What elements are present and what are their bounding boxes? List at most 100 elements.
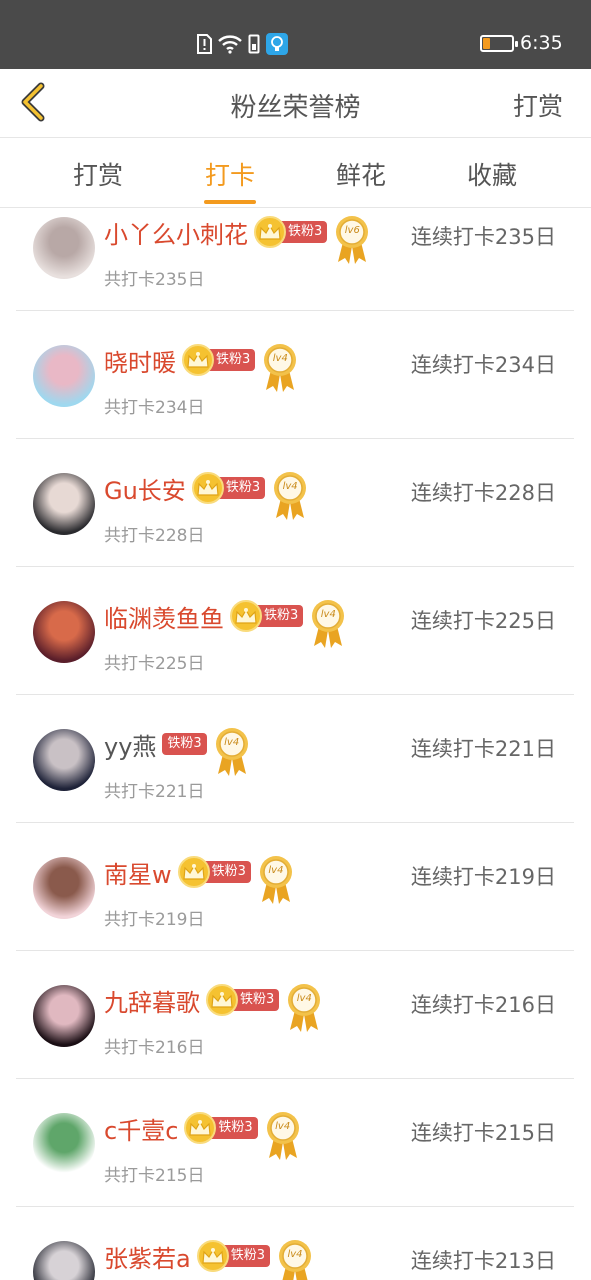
- level-medal-icon: lv4: [213, 726, 251, 776]
- level-medal-icon: lv4: [271, 470, 309, 520]
- avatar[interactable]: [33, 729, 95, 791]
- fan-badge: 铁粉3: [254, 216, 328, 248]
- checkin-streak: 连续打卡228日: [410, 481, 556, 505]
- avatar[interactable]: [33, 857, 95, 919]
- level-label: lv4: [282, 481, 298, 492]
- avatar[interactable]: [33, 601, 95, 663]
- name-line: 临渊羡鱼鱼 铁粉3 lv4: [104, 599, 347, 648]
- avatar[interactable]: [33, 985, 95, 1047]
- name-line: c千壹c 铁粉3 lv4: [104, 1111, 302, 1160]
- level-label: lv4: [296, 993, 312, 1004]
- level-medal-icon: lv4: [309, 598, 347, 648]
- total-checkins: 共打卡225日: [104, 654, 205, 674]
- user-name[interactable]: 晓时暖: [104, 343, 176, 378]
- page-title: 粉丝荣誉榜: [230, 93, 361, 123]
- total-checkins: 共打卡216日: [104, 1038, 205, 1058]
- checkin-streak: 连续打卡213日: [410, 1249, 556, 1273]
- wifi-icon: [218, 34, 242, 58]
- level-medal-icon: lv6: [333, 214, 371, 264]
- tab-reward[interactable]: 打赏: [53, 156, 143, 192]
- level-label: lv6: [344, 225, 360, 236]
- user-name[interactable]: yy燕: [104, 727, 156, 762]
- avatar[interactable]: [33, 217, 95, 279]
- crown-icon: [191, 472, 224, 504]
- avatar[interactable]: [33, 473, 95, 535]
- tab-favorites[interactable]: 收藏: [447, 156, 537, 192]
- tab-flowers[interactable]: 鲜花: [316, 156, 406, 192]
- total-checkins: 共打卡228日: [104, 526, 205, 546]
- ranking-list: 小丫么小刺花 铁粉3 lv6 共打卡235日 连续打卡235日 晓时暖 铁粉3 lv4 共打卡2…: [0, 208, 591, 1280]
- checkin-streak: 连续打卡216日: [410, 993, 556, 1017]
- name-line: yy燕 铁粉3 lv4: [104, 727, 251, 776]
- total-checkins: 共打卡221日: [104, 782, 205, 802]
- checkin-streak: 连续打卡234日: [410, 353, 556, 377]
- battery-icon: [480, 35, 518, 52]
- fan-badge: 铁粉3: [196, 1240, 270, 1272]
- back-button[interactable]: [14, 82, 50, 126]
- fan-badge: 铁粉3: [184, 1112, 258, 1144]
- crown-icon: [230, 600, 262, 632]
- list-item[interactable]: c千壹c 铁粉3 lv4 共打卡215日 连续打卡215日: [16, 1079, 574, 1207]
- avatar[interactable]: [33, 345, 95, 407]
- level-label: lv4: [272, 353, 288, 364]
- list-item[interactable]: 九辞暮歌 铁粉3 lv4 共打卡216日 连续打卡216日: [16, 951, 574, 1079]
- user-name[interactable]: c千壹c: [104, 1111, 178, 1146]
- total-checkins: 共打卡235日: [104, 270, 205, 290]
- name-line: 九辞暮歌 铁粉3 lv4: [104, 983, 323, 1032]
- location-icon: [266, 33, 288, 59]
- crown-icon: [196, 1240, 229, 1272]
- sim-icon: [248, 34, 260, 58]
- battery-level: [483, 38, 490, 49]
- name-line: 南星w 铁粉3 lv4: [104, 855, 295, 904]
- user-name[interactable]: 南星w: [104, 855, 172, 890]
- crown-icon: [254, 216, 286, 248]
- checkin-streak: 连续打卡225日: [410, 609, 556, 633]
- active-tab-indicator: [204, 200, 256, 204]
- total-checkins: 共打卡234日: [104, 398, 205, 418]
- list-item[interactable]: 临渊羡鱼鱼 铁粉3 lv4 共打卡225日 连续打卡225日: [16, 567, 574, 695]
- fan-badge: 铁粉3: [177, 856, 251, 888]
- fan-badge: 铁粉3: [206, 984, 280, 1016]
- tab-checkin[interactable]: 打卡: [185, 156, 275, 192]
- level-medal-icon: lv4: [264, 1110, 302, 1160]
- total-checkins: 共打卡215日: [104, 1166, 205, 1186]
- clock: 6:35: [520, 32, 563, 54]
- user-name[interactable]: 张紫若a: [104, 1239, 191, 1274]
- list-item[interactable]: 晓时暖 铁粉3 lv4 共打卡234日 连续打卡234日: [16, 311, 574, 439]
- status-icons: [196, 33, 288, 59]
- level-medal-icon: lv4: [261, 342, 299, 392]
- level-label: lv4: [224, 737, 240, 748]
- name-line: 张紫若a 铁粉3 lv4: [104, 1239, 314, 1280]
- nav-bar: 粉丝荣誉榜 打赏: [0, 69, 591, 138]
- fan-badge: 铁粉3: [182, 344, 256, 376]
- user-name[interactable]: 九辞暮歌: [104, 983, 200, 1018]
- level-medal-icon: lv4: [276, 1238, 314, 1280]
- user-name[interactable]: 临渊羡鱼鱼: [104, 599, 224, 634]
- level-medal-icon: lv4: [285, 982, 323, 1032]
- checkin-streak: 连续打卡215日: [410, 1121, 556, 1145]
- back-arrow-icon: [17, 82, 47, 126]
- list-item[interactable]: 张紫若a 铁粉3 lv4 连续打卡213日: [16, 1207, 574, 1280]
- level-medal-icon: lv4: [257, 854, 295, 904]
- level-label: lv4: [320, 609, 336, 620]
- avatar[interactable]: [33, 1241, 95, 1280]
- user-name[interactable]: 小丫么小刺花: [104, 215, 248, 250]
- name-line: Gu长安 铁粉3 lv4: [104, 471, 309, 520]
- alert-icon: [196, 34, 212, 58]
- fan-badge: 铁粉3: [191, 472, 266, 504]
- fan-badge: 铁粉3: [162, 733, 207, 755]
- list-item[interactable]: 小丫么小刺花 铁粉3 lv6 共打卡235日 连续打卡235日: [16, 208, 574, 311]
- checkin-streak: 连续打卡221日: [410, 737, 556, 761]
- avatar[interactable]: [33, 1113, 95, 1175]
- reward-link[interactable]: 打赏: [513, 87, 563, 123]
- user-name[interactable]: Gu长安: [104, 471, 186, 506]
- crown-icon: [182, 344, 214, 376]
- list-item[interactable]: yy燕 铁粉3 lv4 共打卡221日 连续打卡221日: [16, 695, 574, 823]
- tab-bar: 打赏 打卡 鲜花 收藏: [0, 138, 591, 208]
- fan-badge: 铁粉3: [230, 600, 304, 632]
- list-item[interactable]: 南星w 铁粉3 lv4 共打卡219日 连续打卡219日: [16, 823, 574, 951]
- crown-icon: [206, 984, 238, 1016]
- crown-icon: [177, 856, 210, 888]
- total-checkins: 共打卡219日: [104, 910, 205, 930]
- list-item[interactable]: Gu长安 铁粉3 lv4 共打卡228日 连续打卡228日: [16, 439, 574, 567]
